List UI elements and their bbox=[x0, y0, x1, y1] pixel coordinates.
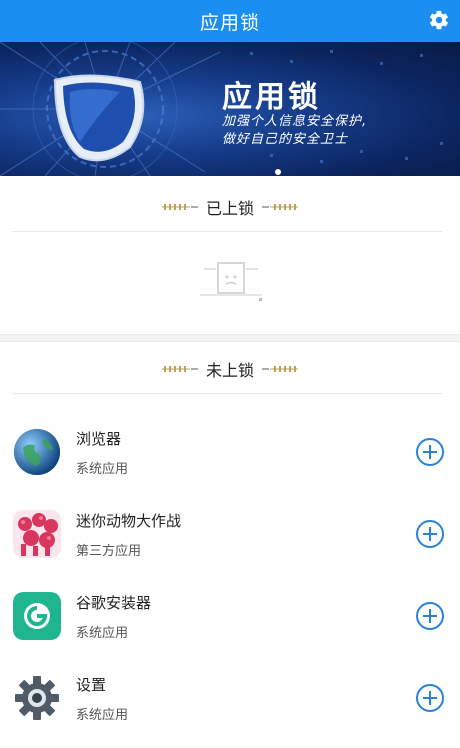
gear-icon[interactable] bbox=[428, 9, 450, 31]
add-lock-button[interactable] bbox=[416, 602, 444, 630]
banner-slogan-line2: 做好自己的安全卫士 bbox=[222, 132, 349, 147]
google-installer-icon bbox=[13, 592, 61, 640]
empty-list-icon bbox=[200, 262, 262, 301]
ornament-left-icon bbox=[161, 204, 198, 210]
app-name: 迷你动物大作战 bbox=[76, 512, 182, 530]
unlocked-divider bbox=[12, 393, 442, 394]
app-name: 浏览器 bbox=[76, 430, 122, 448]
unlocked-section-label: 未上锁 bbox=[205, 361, 254, 380]
mini-animals-game-icon bbox=[13, 510, 61, 558]
add-lock-button[interactable] bbox=[416, 438, 444, 466]
app-type: 系统应用 bbox=[76, 626, 129, 641]
list-item[interactable]: 谷歌安装器 系统应用 bbox=[0, 584, 460, 666]
promo-banner[interactable]: 应用锁 加强个人信息安全保护, 做好自己的安全卫士 bbox=[0, 42, 460, 176]
add-lock-button[interactable] bbox=[416, 684, 444, 712]
top-bar: 应用锁 bbox=[0, 0, 460, 42]
locked-divider bbox=[12, 231, 442, 232]
app-type: 系统应用 bbox=[76, 708, 129, 723]
list-item[interactable]: 设置 系统应用 bbox=[0, 666, 460, 748]
list-item[interactable]: 迷你动物大作战 第三方应用 bbox=[0, 502, 460, 584]
ornament-right-icon bbox=[262, 204, 298, 210]
browser-globe-icon bbox=[14, 429, 60, 475]
app-name: 谷歌安装器 bbox=[76, 594, 152, 612]
list-item[interactable]: 浏览器 系统应用 bbox=[0, 420, 460, 502]
locked-section-header: 已上锁 bbox=[0, 192, 460, 222]
settings-gear-icon bbox=[15, 676, 59, 720]
shield-icon bbox=[53, 74, 145, 162]
banner-slogan-line1: 加强个人信息安全保护, bbox=[222, 114, 368, 129]
section-separator bbox=[0, 334, 460, 342]
app-name: 设置 bbox=[76, 676, 107, 694]
carousel-indicator[interactable] bbox=[275, 169, 281, 175]
ornament-left-icon bbox=[161, 366, 198, 372]
app-type: 第三方应用 bbox=[76, 544, 142, 559]
ornament-right-icon bbox=[262, 366, 298, 372]
add-lock-button[interactable] bbox=[416, 520, 444, 548]
page-title: 应用锁 bbox=[199, 11, 260, 34]
locked-section-label: 已上锁 bbox=[205, 199, 254, 218]
unlocked-section-header: 未上锁 bbox=[0, 354, 460, 384]
app-type: 系统应用 bbox=[76, 462, 129, 477]
